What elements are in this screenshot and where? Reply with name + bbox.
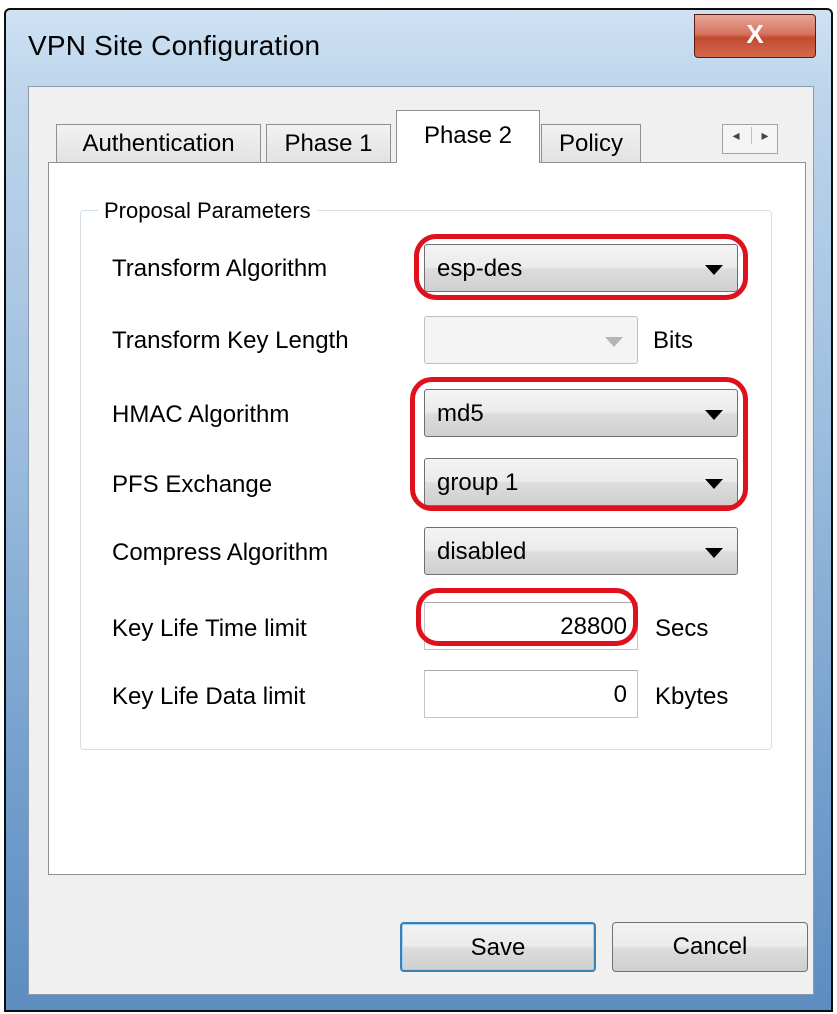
cancel-button[interactable]: Cancel <box>612 922 808 972</box>
key-life-time-limit-value: 28800 <box>560 613 627 640</box>
hmac-algorithm-select[interactable]: md5 <box>424 389 738 437</box>
close-icon: X <box>746 19 764 49</box>
chevron-down-icon <box>705 548 723 558</box>
group-title: Proposal Parameters <box>98 198 317 224</box>
tab-scroll-buttons: ◂ ▸ <box>722 124 778 154</box>
chevron-down-icon <box>705 479 723 489</box>
hmac-algorithm-label: HMAC Algorithm <box>112 401 290 428</box>
scroll-right-icon[interactable]: ▸ <box>751 127 778 144</box>
tab-authentication[interactable]: Authentication <box>56 124 261 162</box>
key-life-data-limit-value: 0 <box>613 681 627 708</box>
transform-algorithm-value: esp-des <box>437 255 523 282</box>
pfs-exchange-value: group 1 <box>437 469 519 496</box>
key-life-time-limit-label: Key Life Time limit <box>112 615 307 642</box>
hmac-algorithm-value: md5 <box>437 400 484 427</box>
key-life-time-limit-input[interactable]: 28800 <box>424 602 638 650</box>
transform-algorithm-select[interactable]: esp-des <box>424 244 738 292</box>
tab-phase-2[interactable]: Phase 2 <box>396 110 540 163</box>
kbytes-unit-label: Kbytes <box>655 683 729 710</box>
compress-algorithm-value: disabled <box>437 538 527 565</box>
key-life-data-limit-input[interactable]: 0 <box>424 670 638 718</box>
pfs-exchange-label: PFS Exchange <box>112 471 273 498</box>
compress-algorithm-label: Compress Algorithm <box>112 539 329 566</box>
tab-phase-1[interactable]: Phase 1 <box>266 124 391 162</box>
chevron-down-icon <box>705 265 723 275</box>
chevron-down-icon <box>605 337 623 347</box>
save-button[interactable]: Save <box>400 922 596 972</box>
compress-algorithm-select[interactable]: disabled <box>424 527 738 575</box>
transform-key-length-select <box>424 316 638 364</box>
window-title: VPN Site Configuration <box>28 30 321 61</box>
secs-unit-label: Secs <box>655 615 709 642</box>
chevron-down-icon <box>705 410 723 420</box>
scroll-left-icon[interactable]: ◂ <box>723 127 749 144</box>
transform-key-length-label: Transform Key Length <box>112 327 349 354</box>
close-button[interactable]: X <box>694 14 816 58</box>
transform-algorithm-label: Transform Algorithm <box>112 255 328 282</box>
tab-policy[interactable]: Policy <box>541 124 641 162</box>
pfs-exchange-select[interactable]: group 1 <box>424 458 738 506</box>
bits-unit-label: Bits <box>653 327 694 354</box>
key-life-data-limit-label: Key Life Data limit <box>112 683 306 710</box>
